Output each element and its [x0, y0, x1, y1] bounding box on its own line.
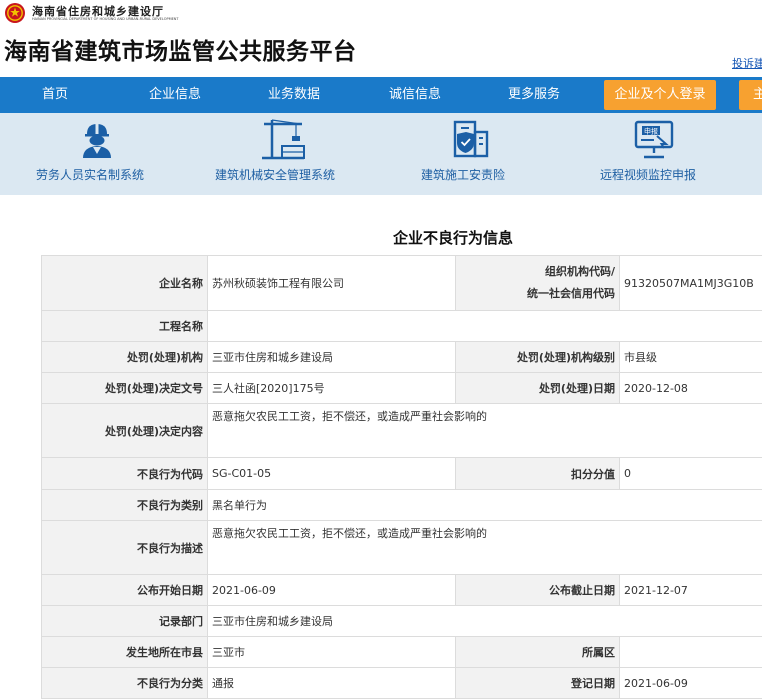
- login-button[interactable]: 企业及个人登录: [604, 80, 716, 110]
- tower-crane-icon: [260, 118, 306, 160]
- behavior-desc-value: 恶意拖欠农民工工资，拒不偿还，或造成严重社会影响的: [208, 521, 762, 575]
- field-label: 处罚(处理)机构: [42, 342, 208, 373]
- field-label: 发生地所在市县: [42, 637, 208, 668]
- company-name-value: 苏州秋硕装饰工程有限公司: [208, 256, 456, 311]
- site-header: 海南省住房和城乡建设厅 HAINAN PROVINCIAL DEPARTMENT…: [0, 0, 762, 76]
- monitor-icon-text: 申报: [644, 126, 658, 135]
- table-row: 处罚(处理)决定内容 恶意拖欠农民工工资，拒不偿还，或造成严重社会影响的: [42, 404, 762, 458]
- field-label: 所属区: [456, 637, 620, 668]
- org-code-label-line2: 统一社会信用代码: [527, 287, 615, 300]
- decision-no-value: 三人社函[2020]175号: [208, 373, 456, 404]
- table-row: 不良行为类别 黑名单行为: [42, 490, 762, 521]
- system-label: 建筑施工安责险: [421, 166, 505, 183]
- building-shield-icon: [448, 118, 492, 160]
- table-row: 企业名称 苏州秋硕装饰工程有限公司 组织机构代码/统一社会信用代码 913205…: [42, 256, 762, 311]
- field-label: 扣分分值: [456, 458, 620, 490]
- table-row: 处罚(处理)机构 三亚市住房和城乡建设局 处罚(处理)机构级别 市县级: [42, 342, 762, 373]
- system-safety-insurance[interactable]: 建筑施工安责险: [410, 113, 530, 195]
- city-value: 三亚市: [208, 637, 456, 668]
- national-emblem-icon: [4, 2, 26, 24]
- field-label: 处罚(处理)机构级别: [456, 342, 620, 373]
- table-row: 处罚(处理)决定文号 三人社函[2020]175号 处罚(处理)日期 2020-…: [42, 373, 762, 404]
- table-row: 工程名称: [42, 311, 762, 342]
- project-value: [208, 311, 762, 342]
- table-row: 不良行为分类 通报 登记日期 2021-06-09: [42, 668, 762, 699]
- field-label: 企业名称: [42, 256, 208, 311]
- deduct-value: 0: [620, 458, 762, 490]
- system-label: 劳务人员实名制系统: [36, 166, 144, 183]
- department-name-en: HAINAN PROVINCIAL DEPARTMENT OF HOUSING …: [32, 17, 179, 21]
- nav-item-credit-info[interactable]: 诚信信息: [389, 77, 441, 113]
- field-label: 处罚(处理)决定内容: [42, 404, 208, 458]
- monitor-report-icon: 申报: [632, 119, 676, 161]
- field-label: 公布开始日期: [42, 575, 208, 606]
- system-video-monitor[interactable]: 申报 远程视频监控申报: [595, 113, 720, 195]
- field-label: 登记日期: [456, 668, 620, 699]
- nav-item-home[interactable]: 首页: [42, 77, 68, 113]
- site-title: 海南省建筑市场监管公共服务平台: [4, 32, 357, 66]
- nav-item-more-services[interactable]: 更多服务: [508, 77, 560, 113]
- field-label: 处罚(处理)决定文号: [42, 373, 208, 404]
- org-code-label: 组织机构代码/统一社会信用代码: [456, 256, 620, 311]
- decision-date-value: 2020-12-08: [620, 373, 762, 404]
- system-machinery-safety[interactable]: 建筑机械安全管理系统: [205, 113, 365, 195]
- behavior-type-value: 黑名单行为: [208, 490, 762, 521]
- publish-end-value: 2021-12-07: [620, 575, 762, 606]
- page-title: 企业不良行为信息: [0, 227, 762, 248]
- bad-behavior-record-table: 企业名称 苏州秋硕装饰工程有限公司 组织机构代码/统一社会信用代码 913205…: [41, 255, 762, 699]
- authority-level-value: 市县级: [620, 342, 762, 373]
- authority-value: 三亚市住房和城乡建设局: [208, 342, 456, 373]
- field-label: 不良行为描述: [42, 521, 208, 575]
- system-shortcuts: 劳务人员实名制系统 建筑机械安全管理系统 建筑施工安责险: [0, 113, 762, 195]
- system-worker-realname[interactable]: 劳务人员实名制系统: [0, 113, 190, 195]
- field-label: 不良行为类别: [42, 490, 208, 521]
- main-nav: 首页 企业信息 业务数据 诚信信息 更多服务 企业及个人登录 主: [0, 77, 762, 113]
- decision-content-value: 恶意拖欠农民工工资，拒不偿还，或造成严重社会影响的: [208, 404, 762, 458]
- table-row: 公布开始日期 2021-06-09 公布截止日期 2021-12-07: [42, 575, 762, 606]
- table-row: 发生地所在市县 三亚市 所属区: [42, 637, 762, 668]
- complaint-link[interactable]: 投诉建: [732, 55, 762, 71]
- system-label: 远程视频监控申报: [600, 166, 696, 183]
- district-value: [620, 637, 762, 668]
- field-label: 不良行为分类: [42, 668, 208, 699]
- record-date-value: 2021-06-09: [620, 668, 762, 699]
- field-label: 工程名称: [42, 311, 208, 342]
- publish-start-value: 2021-06-09: [208, 575, 456, 606]
- nav-item-business-data[interactable]: 业务数据: [268, 77, 320, 113]
- field-label: 处罚(处理)日期: [456, 373, 620, 404]
- category-value: 通报: [208, 668, 456, 699]
- field-label: 不良行为代码: [42, 458, 208, 490]
- worker-icon: [79, 121, 115, 159]
- table-row: 记录部门 三亚市住房和城乡建设局: [42, 606, 762, 637]
- field-label: 记录部门: [42, 606, 208, 637]
- org-code-label-line1: 组织机构代码/: [545, 265, 615, 278]
- field-label: 公布截止日期: [456, 575, 620, 606]
- system-label: 建筑机械安全管理系统: [215, 166, 335, 183]
- nav-extra-button[interactable]: 主: [739, 80, 762, 110]
- org-code-value: 91320507MA1MJ3G10B: [620, 256, 762, 311]
- table-row: 不良行为代码 SG-C01-05 扣分分值 0: [42, 458, 762, 490]
- behavior-code-value: SG-C01-05: [208, 458, 456, 490]
- record-dept-value: 三亚市住房和城乡建设局: [208, 606, 762, 637]
- table-row: 不良行为描述 恶意拖欠农民工工资，拒不偿还，或造成严重社会影响的: [42, 521, 762, 575]
- nav-item-company-info[interactable]: 企业信息: [149, 77, 201, 113]
